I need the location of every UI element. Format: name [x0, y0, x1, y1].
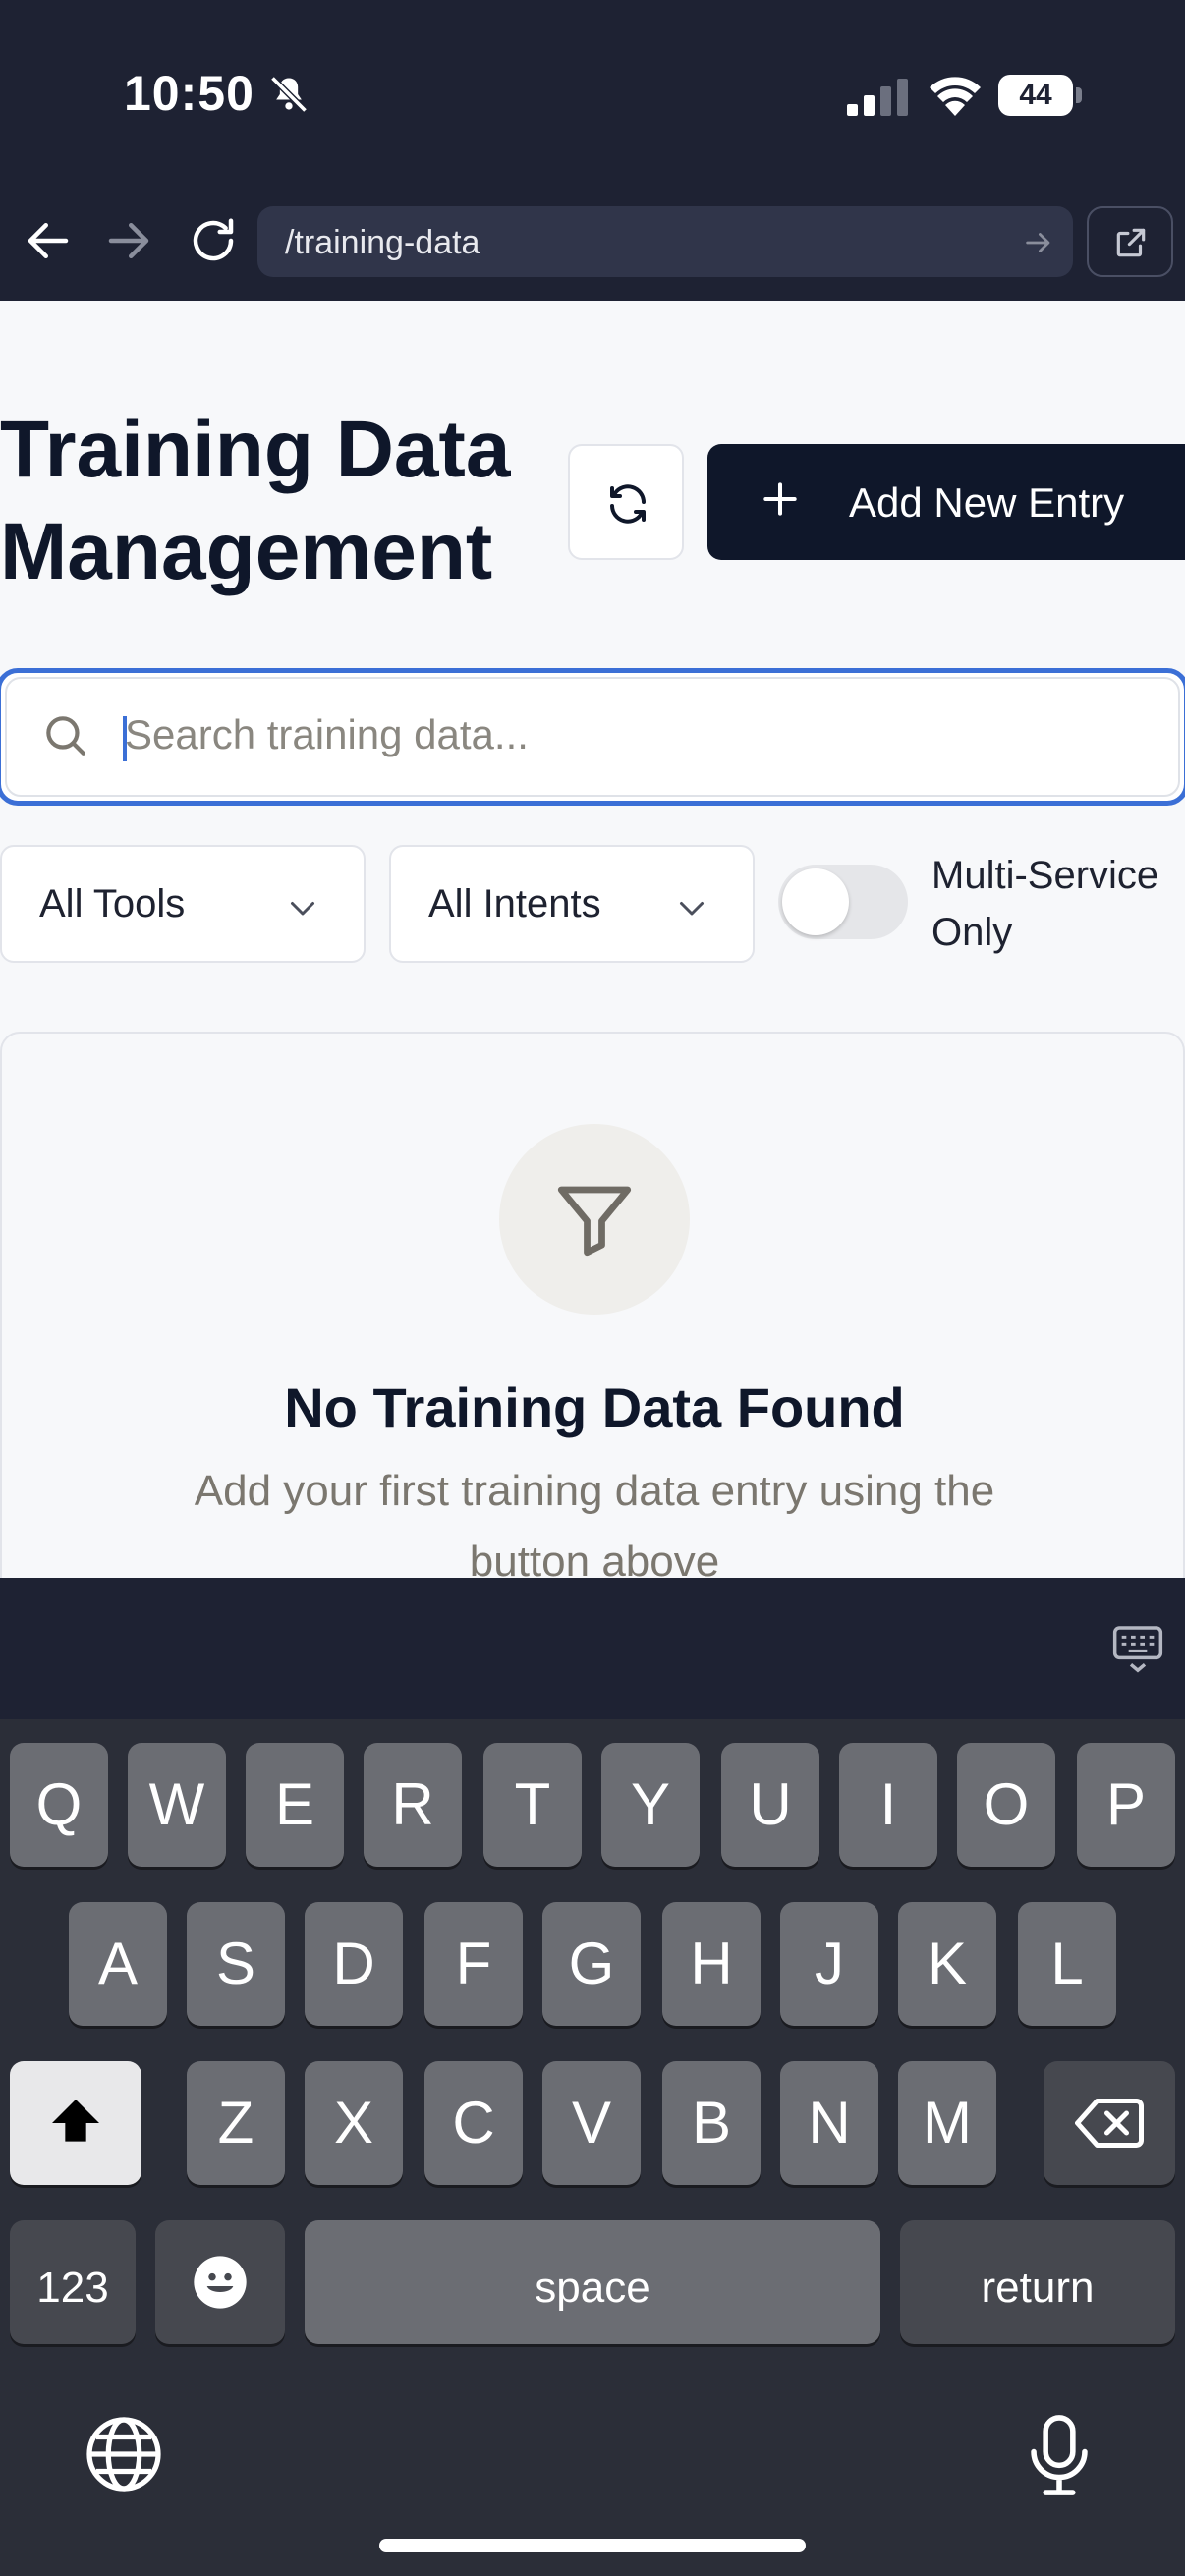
bell-slash-icon	[270, 76, 308, 113]
key-y[interactable]: Y	[601, 1743, 700, 1867]
external-link-icon	[1116, 228, 1146, 257]
key-f[interactable]: F	[424, 1902, 523, 2026]
key-s[interactable]: S	[187, 1902, 285, 2026]
battery-level: 44	[998, 75, 1073, 116]
go-arrow-icon[interactable]	[1022, 226, 1055, 259]
intents-select-value: All Intents	[428, 882, 601, 925]
key-r[interactable]: R	[364, 1743, 462, 1867]
key-z[interactable]: Z	[187, 2061, 285, 2185]
empty-state-title: No Training Data Found	[284, 1376, 905, 1438]
tools-select-value: All Tools	[39, 882, 186, 925]
on-screen-keyboard: Q W E R T Y U I O P A S D F G H J K L Z …	[0, 1719, 1185, 2576]
reload-icon[interactable]	[187, 214, 240, 267]
key-l[interactable]: L	[1018, 1902, 1116, 2026]
space-key-label: space	[535, 2264, 650, 2312]
refresh-button[interactable]	[568, 444, 684, 560]
key-d[interactable]: D	[305, 1902, 403, 2026]
search-icon	[46, 716, 85, 756]
add-new-entry-label: Add New Entry	[849, 479, 1125, 526]
url-text: /training-data	[285, 224, 480, 261]
search-box[interactable]	[0, 668, 1185, 806]
status-time: 10:50	[124, 66, 254, 121]
backspace-icon	[1075, 2099, 1144, 2148]
home-indicator[interactable]	[379, 2539, 806, 2552]
key-j[interactable]: J	[780, 1902, 878, 2026]
key-g[interactable]: G	[542, 1902, 641, 2026]
backspace-key[interactable]	[1044, 2061, 1175, 2185]
shift-arrow-icon	[52, 2100, 99, 2142]
signal-icon	[847, 79, 908, 116]
back-arrow-icon[interactable]	[22, 214, 75, 267]
empty-state-description: Add your first training data entry using…	[194, 1467, 995, 1578]
key-i[interactable]: I	[839, 1743, 937, 1867]
globe-icon[interactable]	[83, 2413, 165, 2495]
key-a[interactable]: A	[69, 1902, 167, 2026]
chevron-down-icon	[291, 902, 314, 916]
open-external-button[interactable]	[1087, 206, 1173, 277]
text-caret	[123, 716, 127, 761]
battery-indicator: 44	[998, 75, 1082, 116]
key-m[interactable]: M	[898, 2061, 996, 2185]
page-content: Training Data Management Add New Entry A…	[0, 301, 1185, 1578]
intents-select[interactable]: All Intents	[389, 845, 755, 963]
key-h[interactable]: H	[662, 1902, 761, 2026]
key-p[interactable]: P	[1077, 1743, 1175, 1867]
status-bar: 10:50 44 /training-data	[0, 0, 1185, 277]
key-o[interactable]: O	[957, 1743, 1055, 1867]
space-key[interactable]: space	[305, 2220, 880, 2344]
keyboard-accessory-bar	[0, 1578, 1185, 1719]
shift-key[interactable]	[10, 2061, 141, 2185]
url-bar[interactable]: /training-data	[257, 206, 1073, 277]
key-v[interactable]: V	[542, 2061, 641, 2185]
key-q[interactable]: Q	[10, 1743, 108, 1867]
key-u[interactable]: U	[721, 1743, 819, 1867]
key-e[interactable]: E	[246, 1743, 344, 1867]
multi-service-label: Multi-Service Only	[931, 854, 1159, 954]
refresh-icon	[610, 484, 646, 524]
return-key[interactable]: return	[900, 2220, 1175, 2344]
emoji-key[interactable]	[155, 2220, 285, 2344]
microphone-icon[interactable]	[1018, 2411, 1100, 2499]
emoji-icon	[194, 2256, 247, 2309]
key-c[interactable]: C	[424, 2061, 523, 2185]
keyboard-dismiss-icon[interactable]	[1110, 1621, 1165, 1676]
key-t[interactable]: T	[483, 1743, 582, 1867]
wifi-icon	[930, 77, 981, 116]
key-k[interactable]: K	[898, 1902, 996, 2026]
key-x[interactable]: X	[305, 2061, 403, 2185]
forward-arrow-icon[interactable]	[102, 214, 155, 267]
empty-state-icon-circle	[499, 1124, 690, 1315]
numbers-key-label: 123	[36, 2264, 109, 2312]
return-key-label: return	[981, 2264, 1095, 2312]
add-new-entry-button[interactable]: Add New Entry	[707, 444, 1185, 560]
toggle-knob	[782, 868, 849, 935]
filter-icon	[557, 1186, 632, 1257]
search-input[interactable]	[125, 699, 1107, 771]
key-n[interactable]: N	[780, 2061, 878, 2185]
key-w[interactable]: W	[128, 1743, 226, 1867]
empty-state-card: No Training Data Found Add your first tr…	[0, 1032, 1185, 1578]
plus-icon	[763, 482, 797, 516]
numbers-key[interactable]: 123	[10, 2220, 136, 2344]
key-b[interactable]: B	[662, 2061, 761, 2185]
page-title: Training Data Management	[0, 405, 511, 596]
chevron-down-icon	[680, 902, 704, 916]
tools-select[interactable]: All Tools	[0, 845, 366, 963]
multi-service-toggle[interactable]	[778, 865, 908, 939]
